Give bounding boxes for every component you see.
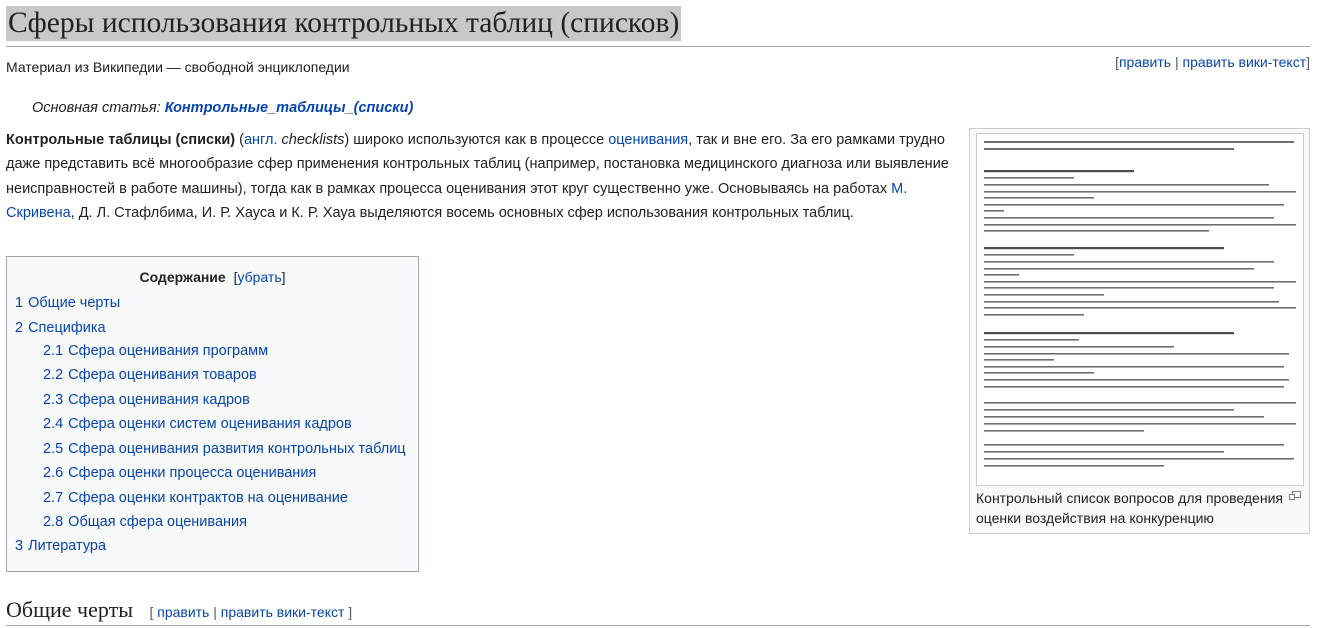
paren-open: ( — [235, 132, 244, 148]
intro-text-1: широко используются как в процессе — [349, 132, 609, 148]
toc-label: Сфера оценки контрактов на оценивание — [68, 490, 348, 506]
toc-hide-link[interactable]: убрать — [237, 269, 281, 285]
section-edit-links: [ править | править вики-текст ] — [149, 604, 352, 620]
toc-toggle: [убрать] — [234, 269, 286, 285]
checklist-scan-image — [977, 134, 1303, 485]
toc-label: Сфера оценивания товаров — [68, 367, 257, 383]
toc-label: Литература — [28, 538, 107, 554]
toc-item-2-7[interactable]: 2.7 Сфера оценки контрактов на оценивание — [43, 489, 348, 507]
toc-number: 2.1 — [43, 343, 64, 359]
lang-term: checklists — [277, 132, 345, 148]
toc-number: 2.8 — [43, 514, 64, 530]
evaluation-link[interactable]: оценивания — [608, 132, 688, 148]
toc-item-3[interactable]: 3 Литература — [15, 537, 106, 555]
toc-header: Содержание [убрать] — [7, 268, 418, 286]
toc-item-2-4[interactable]: 2.4 Сфера оценки систем оценивания кадров — [43, 415, 352, 433]
bracket-close: ] — [348, 604, 353, 620]
toc-label: Сфера оценивания программ — [68, 343, 269, 359]
page-title: Сферы использования контрольных таблиц (… — [6, 6, 682, 41]
section-header: Общие черты [ править | править вики-тек… — [6, 594, 1310, 626]
intro-paragraph: Контрольные таблицы (списки) (англ. chec… — [6, 128, 956, 225]
checklist-document-thumbnail[interactable] — [976, 133, 1304, 486]
toc-title: Содержание — [139, 269, 226, 285]
toc-number: 2.2 — [43, 367, 64, 383]
bold-term: Контрольные таблицы (списки) — [6, 132, 236, 148]
toc-number: 1 — [15, 295, 24, 311]
bracket-close: ] — [281, 269, 286, 285]
toc-item-2-2[interactable]: 2.2 Сфера оценивания товаров — [43, 366, 257, 384]
table-of-contents: Содержание [убрать] 1 Общие черты 2 Специф… — [6, 256, 419, 572]
edit-link[interactable]: править — [1119, 54, 1171, 70]
toc-label: Специфика — [28, 320, 106, 336]
edit-source-link[interactable]: править вики-текст — [1183, 54, 1307, 70]
separator: | — [1171, 54, 1183, 70]
toc-number: 2.3 — [43, 392, 64, 408]
toc-item-2-8[interactable]: 2.8 Общая сфера оценивания — [43, 513, 247, 531]
toc-item-2-1[interactable]: 2.1 Сфера оценивания программ — [43, 342, 268, 360]
image-figure: Контрольный список вопросов для проведен… — [969, 128, 1310, 534]
toc-label: Сфера оценивания кадров — [68, 392, 250, 408]
figure-caption: Контрольный список вопросов для проведен… — [976, 490, 1283, 526]
toc-item-1[interactable]: 1 Общие черты — [15, 294, 120, 312]
toc-number: 2.4 — [43, 416, 64, 432]
intro-text-3: , Д. Л. Стафлбима, И. Р. Хауса и К. Р. Х… — [70, 204, 854, 221]
magnify-clip-icon[interactable] — [1289, 491, 1301, 501]
toc-item-2-3[interactable]: 2.3 Сфера оценивания кадров — [43, 391, 250, 409]
section-edit-link[interactable]: править — [157, 604, 209, 620]
lang-link[interactable]: англ. — [244, 132, 278, 148]
toc-item-2-6[interactable]: 2.6 Сфера оценки процесса оценивания — [43, 464, 316, 482]
hatnote-prefix: Основная статья: — [32, 100, 165, 116]
toc-label: Общая сфера оценивания — [68, 514, 247, 530]
toc-number: 2.5 — [43, 441, 64, 457]
page-edit-links: [править | править вики-текст] — [1115, 54, 1310, 70]
toc-number: 2 — [15, 320, 24, 336]
section-edit-source-link[interactable]: править вики-текст — [221, 604, 345, 620]
toc-number: 2.6 — [43, 465, 64, 481]
toc-label: Сфера оценки систем оценивания кадров — [68, 416, 352, 432]
hatnote: Основная статья: Контрольные_таблицы_(сп… — [32, 100, 413, 116]
bracket-open: [ — [149, 604, 154, 620]
bracket-close: ] — [1306, 54, 1310, 70]
toc-item-2[interactable]: 2 Специфика — [15, 319, 106, 337]
page-header: Сферы использования контрольных таблиц (… — [6, 6, 1310, 47]
toc-label: Сфера оценки процесса оценивания — [68, 465, 317, 481]
toc-label: Общие черты — [28, 295, 121, 311]
separator: | — [213, 604, 217, 620]
toc-item-2-5[interactable]: 2.5 Сфера оценивания развития контрольных… — [43, 440, 406, 458]
toc-label: Сфера оценивания развития контрольных та… — [68, 441, 406, 457]
main-article-link[interactable]: Контрольные_таблицы_(списки) — [165, 100, 414, 116]
section-title: Общие черты — [6, 597, 133, 622]
toc-number: 3 — [15, 538, 24, 554]
site-subtitle: Материал из Википедии — свободной энцикл… — [6, 59, 350, 75]
toc-number: 2.7 — [43, 490, 64, 506]
